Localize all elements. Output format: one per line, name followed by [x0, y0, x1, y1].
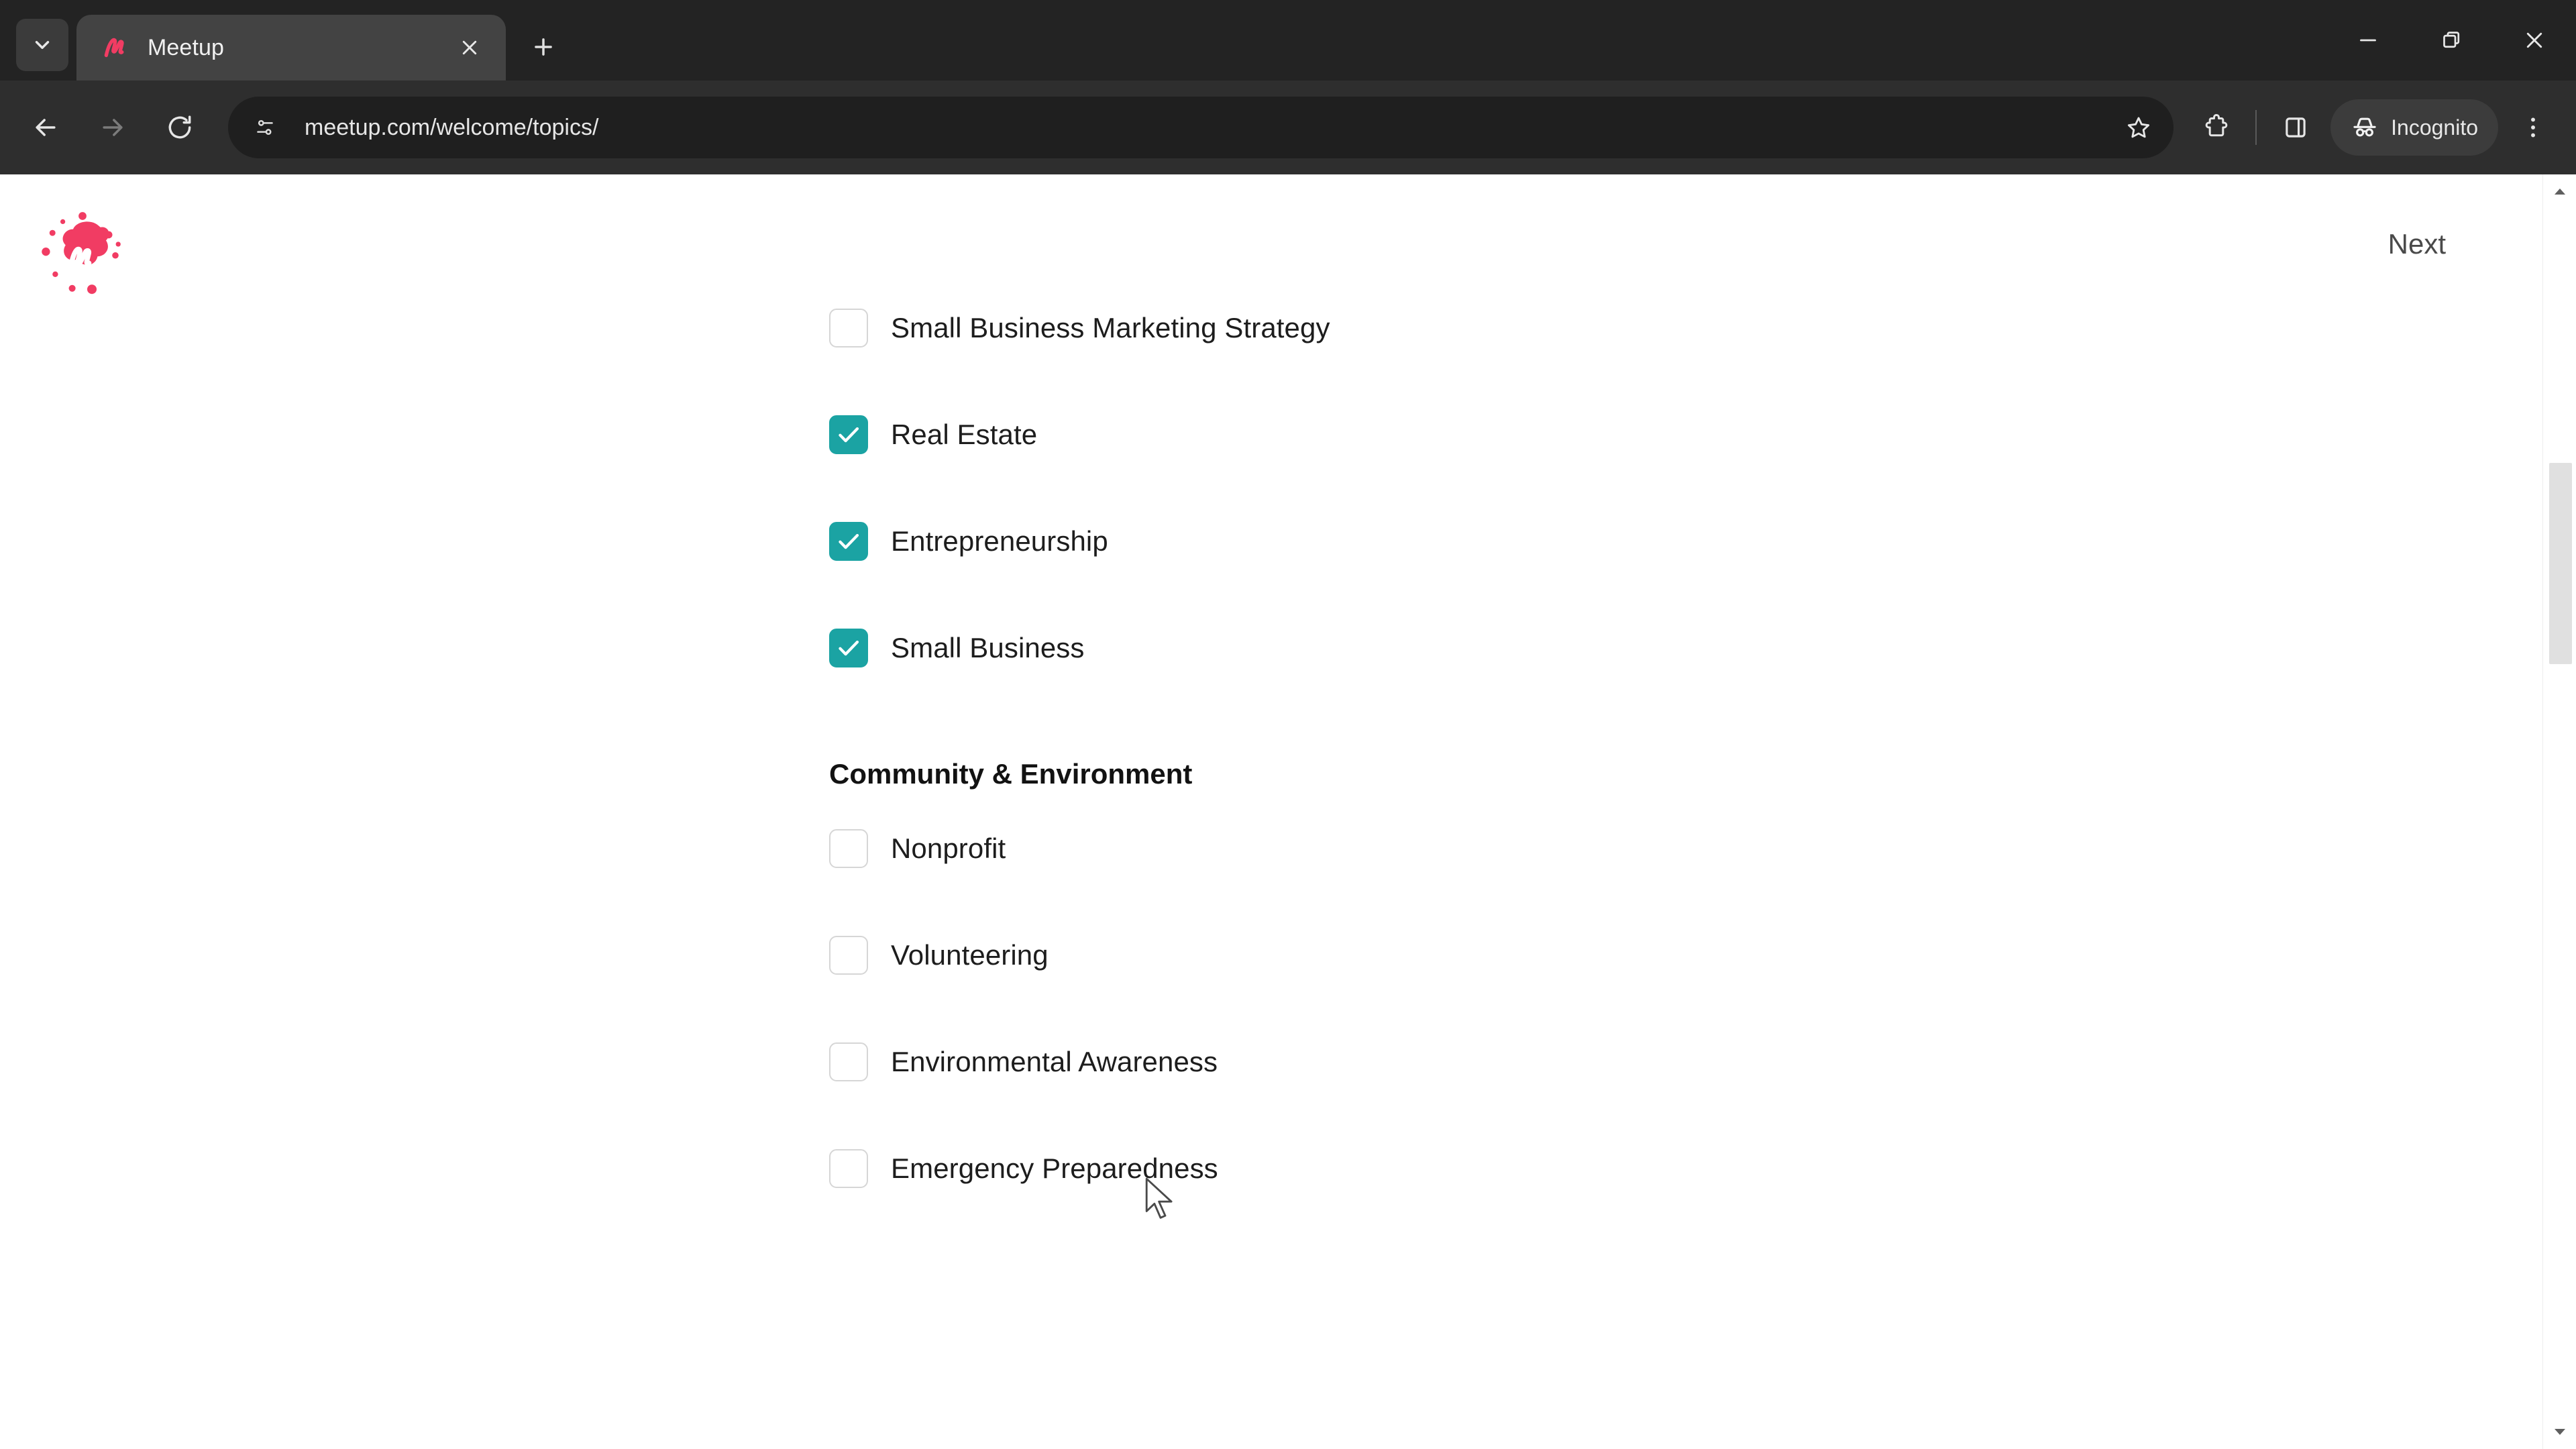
topic-label: Volunteering — [891, 939, 1049, 971]
extensions-puzzle-icon — [2205, 113, 2228, 137]
topic-checkbox[interactable] — [829, 829, 868, 868]
close-icon — [462, 40, 477, 55]
topic-checkbox[interactable] — [829, 1149, 868, 1188]
window-controls — [2326, 0, 2576, 80]
topic-checkbox[interactable] — [829, 936, 868, 975]
address-bar[interactable]: meetup.com/welcome/topics/ — [228, 97, 2174, 158]
incognito-icon — [2353, 117, 2376, 137]
incognito-label: Incognito — [2391, 115, 2478, 140]
topic-row[interactable]: Entrepreneurship — [829, 522, 1108, 561]
forward-arrow-icon — [103, 119, 123, 136]
tab-search-button[interactable] — [16, 19, 68, 71]
forward-button[interactable] — [82, 97, 144, 158]
bookmark-button[interactable] — [2114, 103, 2163, 152]
topic-row[interactable]: Real Estate — [829, 415, 1037, 454]
browser-toolbar: meetup.com/welcome/topics/ Incognito — [0, 80, 2576, 174]
section-heading: Community & Environment — [829, 758, 1193, 790]
page-content: Next Small Business Marketing Strategy R… — [0, 174, 2576, 1449]
star-icon — [2128, 117, 2150, 138]
topic-checkbox[interactable] — [829, 1042, 868, 1081]
topic-row[interactable]: Small Business — [829, 629, 1085, 667]
site-settings-icon[interactable] — [243, 105, 287, 150]
scroll-down-arrow-icon — [2555, 1429, 2565, 1435]
topic-checkbox[interactable] — [829, 309, 868, 347]
plus-icon — [535, 38, 552, 56]
maximize-button[interactable] — [2410, 0, 2493, 80]
close-icon — [2526, 32, 2542, 48]
topic-row[interactable]: Nonprofit — [829, 829, 1006, 868]
topic-row[interactable]: Volunteering — [829, 936, 1049, 975]
tab-strip: Meetup — [0, 0, 2576, 80]
check-icon — [839, 640, 859, 656]
restore-icon — [2443, 32, 2460, 48]
tab-meetup[interactable]: Meetup — [76, 15, 506, 80]
page-scrollbar[interactable] — [2542, 174, 2576, 1449]
meetup-favicon — [99, 32, 130, 63]
reload-icon — [168, 115, 191, 139]
topic-label: Small Business Marketing Strategy — [891, 312, 1330, 343]
topic-label: Environmental Awareness — [891, 1046, 1218, 1077]
next-button[interactable]: Next — [2379, 221, 2455, 267]
topic-label: Small Business — [891, 632, 1085, 663]
minimize-icon — [2360, 39, 2376, 42]
back-button[interactable] — [15, 97, 76, 158]
side-panel-icon — [2286, 117, 2306, 138]
scrollbar-thumb[interactable] — [2549, 463, 2572, 664]
check-icon — [839, 533, 859, 549]
page-header: Next — [0, 174, 2542, 309]
topic-label: Nonprofit — [891, 833, 1006, 864]
tab-close-button[interactable] — [451, 29, 488, 66]
topic-checkbox[interactable] — [829, 522, 868, 561]
topic-label: Real Estate — [891, 419, 1038, 450]
tab-title: Meetup — [148, 34, 225, 60]
side-panel-button[interactable] — [2267, 99, 2324, 156]
topic-label: Entrepreneurship — [891, 525, 1108, 557]
check-icon — [839, 427, 859, 443]
scroll-down-button[interactable] — [2543, 1415, 2576, 1449]
chevron-down-icon — [35, 41, 50, 49]
extensions-button[interactable] — [2188, 99, 2245, 156]
incognito-indicator[interactable]: Incognito — [2330, 99, 2498, 156]
scroll-up-button[interactable] — [2543, 174, 2576, 208]
toolbar-divider — [2255, 110, 2257, 145]
new-tab-button[interactable] — [519, 23, 568, 71]
url-text: meetup.com/welcome/topics/ — [305, 114, 599, 140]
topic-label: Emergency Preparedness — [891, 1152, 1218, 1184]
topic-row[interactable]: Small Business Marketing Strategy — [829, 309, 1330, 347]
reload-button[interactable] — [149, 97, 211, 158]
meetup-logo[interactable] — [40, 207, 134, 301]
browser-window: Meetup meetup.com/welcome/topics/ Incogn… — [0, 0, 2576, 1449]
scroll-up-arrow-icon — [2555, 189, 2565, 195]
topic-row[interactable]: Environmental Awareness — [829, 1042, 1218, 1081]
topic-checkbox[interactable] — [829, 415, 868, 454]
three-dot-menu-icon — [2531, 117, 2535, 138]
topic-checkbox[interactable] — [829, 629, 868, 667]
topic-row[interactable]: Emergency Preparedness — [829, 1149, 1218, 1188]
minimize-button[interactable] — [2326, 0, 2410, 80]
chrome-menu-button[interactable] — [2505, 99, 2561, 156]
back-arrow-icon — [36, 119, 56, 136]
close-window-button[interactable] — [2493, 0, 2576, 80]
